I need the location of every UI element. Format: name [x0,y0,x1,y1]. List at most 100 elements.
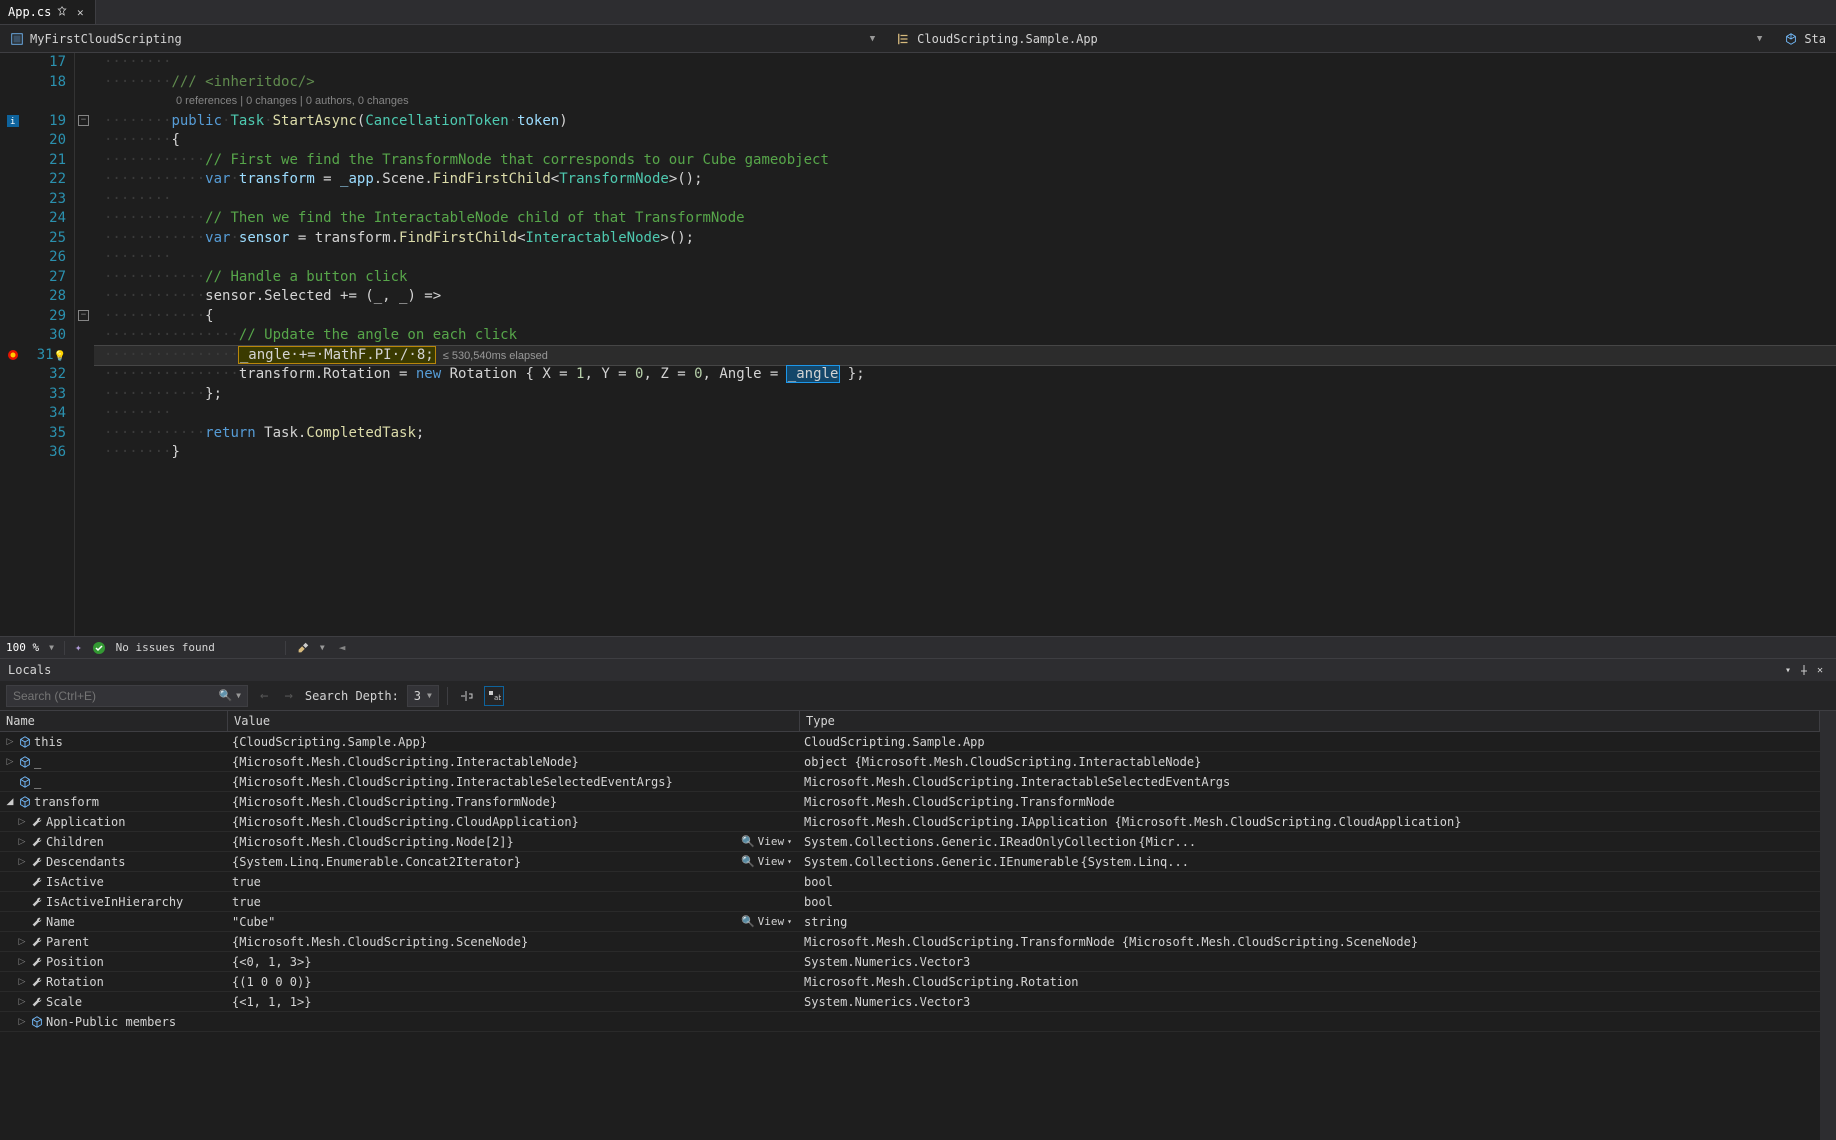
check-icon [92,641,106,655]
var-value: {Microsoft.Mesh.CloudScripting.Interacta… [232,775,796,789]
magnifier-icon: 🔍 [741,855,755,868]
var-name: _ [34,775,41,789]
locals-table[interactable]: Name Value Type ▷this{CloudScripting.Sam… [0,711,1820,1140]
tab-filename: App.cs [8,5,51,19]
project-icon [10,32,24,46]
search-input[interactable]: 🔍 ▼ [6,685,248,707]
var-type: System.Collections.Generic.IReadOnlyColl… [800,835,1820,849]
expand-toggle[interactable]: ▷ [4,756,16,767]
table-row[interactable]: ▷Rotation{(1 0 0 0)}Microsoft.Mesh.Cloud… [0,972,1820,992]
expand-toggle[interactable]: ▷ [4,736,16,747]
table-row[interactable]: ▷this{CloudScripting.Sample.App}CloudScr… [0,732,1820,752]
search-icon[interactable]: 🔍 [218,689,232,702]
expand-toggle[interactable]: ▷ [16,976,28,987]
var-value: {Microsoft.Mesh.CloudScripting.Interacta… [232,755,796,769]
expand-toggle[interactable]: ◢ [4,796,16,807]
forward-icon: → [280,688,296,704]
col-value-header[interactable]: Value [228,711,800,731]
nav-project[interactable]: MyFirstCloudScripting ▼ [4,25,891,52]
table-row[interactable]: ▷Scale{<1, 1, 1>}System.Numerics.Vector3 [0,992,1820,1012]
var-value: "Cube" [232,915,739,929]
scrollbar[interactable] [1820,711,1836,1140]
var-type: System.Numerics.Vector3 [800,955,1820,969]
var-name: _ [34,755,41,769]
close-icon[interactable]: ✕ [73,5,87,19]
class-icon [897,32,911,46]
var-type: Microsoft.Mesh.CloudScripting.Interactab… [800,775,1820,789]
brush-icon[interactable] [296,641,310,655]
expand-toggle[interactable]: ▷ [16,836,28,847]
chevron-down-icon[interactable]: ▼ [427,691,432,700]
info-glyph[interactable]: i [0,112,26,132]
var-name: Scale [46,995,82,1009]
zoom-level[interactable]: 100 % [6,641,39,654]
table-row[interactable]: _ {Microsoft.Mesh.CloudScripting.Interact… [0,772,1820,792]
chevron-down-icon[interactable]: ▼ [49,643,54,652]
current-execution-line: ················_angle·+=·MathF.PI·/·8;≤… [94,346,1836,366]
expand-toggle[interactable]: ▷ [16,856,28,867]
pin-icon[interactable] [55,5,69,19]
chevron-down-icon[interactable]: ▼ [236,691,241,700]
codelens[interactable]: 0 references | 0 changes | 0 authors, 0 … [104,95,409,107]
var-value: {Microsoft.Mesh.CloudScripting.CloudAppl… [232,815,796,829]
var-name: IsActive [46,875,104,889]
magnifier-icon: 🔍 [741,835,755,848]
nav-class[interactable]: CloudScripting.Sample.App ▼ [891,25,1778,52]
var-name: IsActiveInHierarchy [46,895,183,909]
table-row[interactable]: IsActiveInHierarchytruebool [0,892,1820,912]
var-type: string [800,915,1820,929]
breakpoint-glyph[interactable] [0,346,26,366]
var-type: Microsoft.Mesh.CloudScripting.Rotation [800,975,1820,989]
close-icon[interactable]: ✕ [1812,662,1828,678]
view-link[interactable]: 🔍View ▾ [741,855,796,868]
table-row[interactable]: ▷Parent{Microsoft.Mesh.CloudScripting.Sc… [0,932,1820,952]
expand-toggle[interactable]: ▷ [16,956,28,967]
window-options-icon[interactable]: ▾ [1780,662,1796,678]
table-row[interactable]: Name"Cube"🔍View ▾string [0,912,1820,932]
var-type: Microsoft.Mesh.CloudScripting.IApplicati… [800,815,1820,829]
issues-text[interactable]: No issues found [116,641,215,654]
col-type-header[interactable]: Type [800,711,1820,731]
depth-label: Search Depth: [305,689,399,703]
expand-toggle[interactable]: ▷ [16,936,28,947]
table-row[interactable]: ◢transform{Microsoft.Mesh.CloudScripting… [0,792,1820,812]
toggle-icon-1[interactable] [456,686,476,706]
chevron-down-icon[interactable]: ▼ [320,643,325,652]
toggle-icon-2[interactable]: ab [484,686,504,706]
code-editor[interactable]: i 17 18 19 20 21 22 23 24 25 26 27 28 29… [0,53,1836,636]
nav-right[interactable]: Sta [1778,25,1832,52]
code-area[interactable]: ········ ········/// <inheritdoc/> 0 ref… [94,53,1836,636]
chevron-down-icon[interactable]: ▼ [870,34,885,44]
spellcheck-icon[interactable]: ✦ [75,641,82,654]
fold-toggle[interactable]: − [78,115,89,126]
pin-icon[interactable] [1796,662,1812,678]
file-tab[interactable]: App.cs ✕ [0,0,96,24]
table-row[interactable]: ▷Descendants{System.Linq.Enumerable.Conc… [0,852,1820,872]
table-header: Name Value Type [0,711,1820,732]
var-name: Application [46,815,125,829]
search-field[interactable] [13,689,218,703]
scroll-left-icon[interactable]: ◄ [335,641,350,654]
table-row[interactable]: ▷ _ {Microsoft.Mesh.CloudScripting.Interac… [0,752,1820,772]
chevron-down-icon[interactable]: ▼ [1757,34,1772,44]
var-value: {Microsoft.Mesh.CloudScripting.SceneNode… [232,935,796,949]
lightbulb-icon[interactable]: 💡 [54,351,66,362]
expand-toggle[interactable]: ▷ [16,816,28,827]
back-icon: ← [256,688,272,704]
table-row[interactable]: ▷Non-Public members [0,1012,1820,1032]
table-row[interactable]: ▷Children{Microsoft.Mesh.CloudScripting.… [0,832,1820,852]
table-row[interactable]: ▷Position{<0, 1, 3>}System.Numerics.Vect… [0,952,1820,972]
expand-toggle[interactable]: ▷ [16,996,28,1007]
depth-selector[interactable]: 3 ▼ [407,685,439,707]
table-row[interactable]: IsActivetruebool [0,872,1820,892]
fold-toggle[interactable]: − [78,310,89,321]
table-row[interactable]: ▷ Application {Microsoft.Mesh.CloudScripti… [0,812,1820,832]
view-link[interactable]: 🔍View ▾ [741,915,796,928]
view-link[interactable]: 🔍View ▾ [741,835,796,848]
var-value: {System.Linq.Enumerable.Concat2Iterator} [232,855,739,869]
expand-toggle[interactable]: ▷ [16,1016,28,1027]
var-name: transform [34,795,99,809]
var-name: Rotation [46,975,104,989]
col-name-header[interactable]: Name [0,711,228,731]
var-type: bool [800,875,1820,889]
